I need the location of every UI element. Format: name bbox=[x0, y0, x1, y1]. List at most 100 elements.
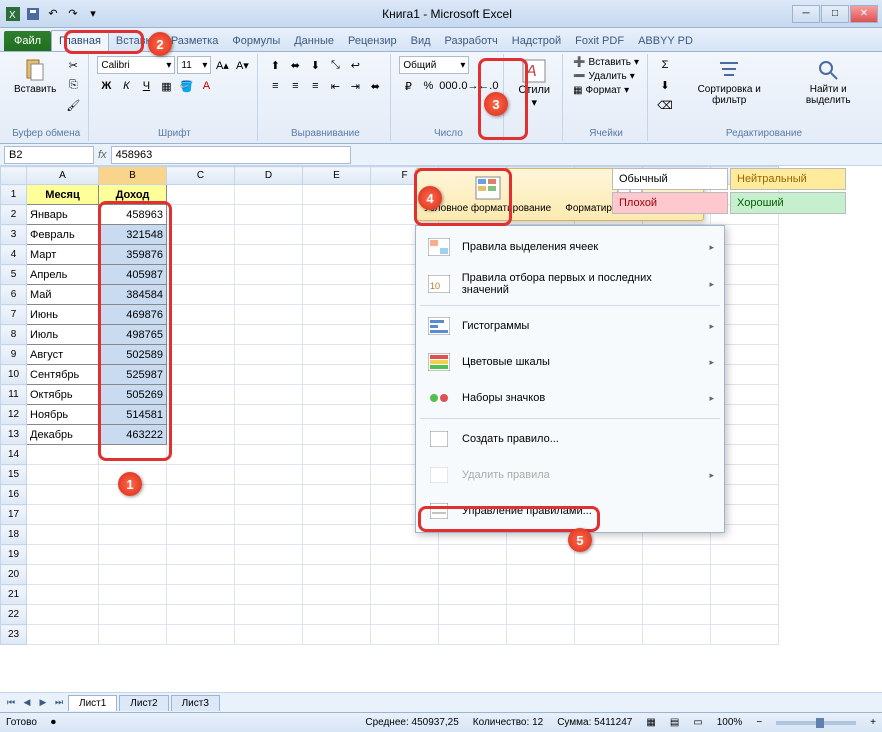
row-header[interactable]: 22 bbox=[1, 605, 27, 625]
menu-manage-rules[interactable]: Управление правилами... bbox=[416, 493, 724, 529]
cell[interactable] bbox=[99, 485, 167, 505]
zoom-slider[interactable] bbox=[776, 721, 856, 725]
autosum-icon[interactable]: Σ bbox=[656, 56, 674, 74]
cell[interactable] bbox=[303, 485, 371, 505]
currency-icon[interactable]: ₽ bbox=[399, 77, 417, 95]
select-all-corner[interactable] bbox=[1, 167, 27, 185]
cell[interactable] bbox=[303, 585, 371, 605]
cell[interactable] bbox=[99, 545, 167, 565]
cell[interactable] bbox=[303, 345, 371, 365]
tab-home[interactable]: Главная bbox=[51, 30, 109, 51]
view-page-break-icon[interactable]: ▭ bbox=[693, 717, 702, 728]
cell[interactable] bbox=[303, 245, 371, 265]
cell[interactable] bbox=[303, 565, 371, 585]
cell[interactable] bbox=[303, 285, 371, 305]
row-header[interactable]: 17 bbox=[1, 505, 27, 525]
cell[interactable]: 321548 bbox=[99, 225, 167, 245]
cell[interactable] bbox=[99, 525, 167, 545]
sheet-nav-first[interactable]: ⏮ bbox=[4, 696, 18, 710]
shrink-font-icon[interactable]: A▾ bbox=[233, 56, 251, 74]
cell[interactable] bbox=[439, 605, 507, 625]
menu-color-scales[interactable]: Цветовые шкалы▸ bbox=[416, 344, 724, 380]
row-header[interactable]: 1 bbox=[1, 185, 27, 205]
cell[interactable] bbox=[235, 305, 303, 325]
minimize-button[interactable]: ─ bbox=[792, 5, 820, 23]
cell[interactable] bbox=[439, 545, 507, 565]
cell[interactable] bbox=[167, 565, 235, 585]
close-button[interactable]: ✕ bbox=[850, 5, 878, 23]
name-box[interactable]: B2 bbox=[4, 146, 94, 164]
row-header[interactable]: 21 bbox=[1, 585, 27, 605]
cell[interactable] bbox=[27, 605, 99, 625]
cell[interactable]: 359876 bbox=[99, 245, 167, 265]
row-header[interactable]: 20 bbox=[1, 565, 27, 585]
view-normal-icon[interactable]: ▦ bbox=[646, 717, 655, 728]
cell[interactable]: Май bbox=[27, 285, 99, 305]
col-header-b[interactable]: B bbox=[99, 167, 167, 185]
cell[interactable] bbox=[711, 625, 779, 645]
fill-color-icon[interactable]: 🪣 bbox=[177, 77, 195, 95]
cell[interactable] bbox=[371, 605, 439, 625]
italic-icon[interactable]: К bbox=[117, 77, 135, 95]
cell[interactable] bbox=[167, 325, 235, 345]
align-top-icon[interactable]: ⬆ bbox=[266, 56, 284, 74]
sheet-nav-prev[interactable]: ◀ bbox=[20, 696, 34, 710]
cell[interactable]: Месяц bbox=[27, 185, 99, 205]
cell[interactable] bbox=[235, 605, 303, 625]
find-select-button[interactable]: Найти и выделить bbox=[784, 56, 872, 108]
undo-icon[interactable]: ↶ bbox=[44, 5, 62, 23]
cell[interactable] bbox=[27, 505, 99, 525]
style-normal[interactable]: Обычный bbox=[612, 168, 728, 190]
increase-decimal-icon[interactable]: .0→ bbox=[459, 77, 477, 95]
tab-insert[interactable]: Вставка bbox=[109, 31, 164, 51]
zoom-level[interactable]: 100% bbox=[717, 717, 743, 728]
decrease-decimal-icon[interactable]: ←.0 bbox=[479, 77, 497, 95]
number-format-combo[interactable]: Общий▾ bbox=[399, 56, 469, 74]
conditional-formatting-button[interactable]: Условное форматирование bbox=[420, 173, 555, 216]
cell[interactable] bbox=[167, 465, 235, 485]
cell[interactable]: 384584 bbox=[99, 285, 167, 305]
cell[interactable] bbox=[303, 605, 371, 625]
cell[interactable] bbox=[167, 245, 235, 265]
cell[interactable] bbox=[235, 225, 303, 245]
cell[interactable] bbox=[167, 305, 235, 325]
cell[interactable] bbox=[235, 585, 303, 605]
cell[interactable] bbox=[167, 525, 235, 545]
cell[interactable]: Март bbox=[27, 245, 99, 265]
cell[interactable] bbox=[235, 425, 303, 445]
styles-button[interactable]: A Стили ▾ bbox=[512, 56, 556, 111]
cell[interactable] bbox=[643, 605, 711, 625]
cell[interactable] bbox=[167, 505, 235, 525]
cell[interactable] bbox=[303, 505, 371, 525]
cell[interactable] bbox=[167, 445, 235, 465]
cell[interactable] bbox=[99, 565, 167, 585]
cell[interactable] bbox=[303, 525, 371, 545]
cell[interactable] bbox=[99, 465, 167, 485]
cell[interactable]: Ноябрь bbox=[27, 405, 99, 425]
cell[interactable] bbox=[711, 605, 779, 625]
cell[interactable] bbox=[235, 245, 303, 265]
cell[interactable] bbox=[99, 505, 167, 525]
cell[interactable] bbox=[575, 605, 643, 625]
align-middle-icon[interactable]: ⬌ bbox=[286, 56, 304, 74]
sheet-tab-2[interactable]: Лист2 bbox=[119, 695, 168, 711]
maximize-button[interactable]: □ bbox=[821, 5, 849, 23]
row-header[interactable]: 4 bbox=[1, 245, 27, 265]
cell[interactable] bbox=[235, 545, 303, 565]
sheet-tab-1[interactable]: Лист1 bbox=[68, 695, 117, 711]
qat-more-icon[interactable]: ▾ bbox=[84, 5, 102, 23]
menu-clear-rules[interactable]: Удалить правила▸ bbox=[416, 457, 724, 493]
cell[interactable]: Апрель bbox=[27, 265, 99, 285]
row-header[interactable]: 23 bbox=[1, 625, 27, 645]
row-header[interactable]: 5 bbox=[1, 265, 27, 285]
cell[interactable] bbox=[303, 185, 371, 205]
sheet-nav-last[interactable]: ⏭ bbox=[52, 696, 66, 710]
cell[interactable]: 505269 bbox=[99, 385, 167, 405]
macro-record-icon[interactable]: ⏺ bbox=[51, 717, 56, 728]
tab-review[interactable]: Рецензир bbox=[341, 31, 404, 51]
cell[interactable] bbox=[99, 625, 167, 645]
grow-font-icon[interactable]: A▴ bbox=[213, 56, 231, 74]
cell[interactable] bbox=[711, 585, 779, 605]
cell[interactable] bbox=[235, 445, 303, 465]
cut-icon[interactable]: ✂ bbox=[64, 56, 82, 74]
